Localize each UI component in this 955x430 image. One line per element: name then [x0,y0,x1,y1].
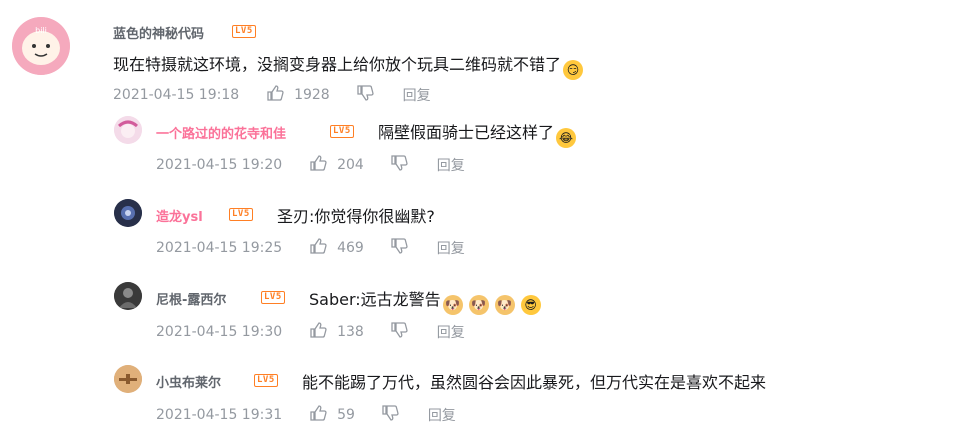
avatar[interactable] [114,282,142,310]
comment-meta: 2021-04-15 19:20 204 回复 [156,154,465,176]
timestamp: 2021-04-15 19:25 [156,240,283,256]
level-badge: LV5 [330,125,354,138]
avatar[interactable] [114,199,142,227]
smirk-emoji-icon: 😏 [563,60,584,80]
doge-emoji-icon: 🐶 [468,295,489,315]
comment-meta: 2021-04-15 19:30 138 回复 [156,321,465,343]
comment-text-content: 能不能踢了万代，虽然圆谷会因此暴死，但万代实在是喜欢不起来 [302,373,767,392]
level-badge: LV5 [232,25,256,38]
timestamp: 2021-04-15 19:31 [156,407,283,423]
laugh-cry-emoji-icon: 😂 [556,128,577,148]
reply-button[interactable]: 回复 [437,155,465,175]
doge-emoji-icon: 🐶 [442,295,463,315]
username[interactable]: 造龙ysl [156,206,203,225]
comment-meta: 2021-04-15 19:18 1928 回复 [113,84,431,106]
thumbs-down-icon[interactable] [381,404,399,426]
reply-button[interactable]: 回复 [403,85,431,105]
reply-button[interactable]: 回复 [428,405,456,425]
username[interactable]: 小虫布莱尔 [156,372,221,391]
thumbs-down-icon[interactable] [356,84,374,106]
reply-button[interactable]: 回复 [437,322,465,342]
level-badge: LV5 [261,291,285,304]
username[interactable]: 尼根-露西尔 [156,289,226,308]
thumbs-down-icon[interactable] [390,321,408,343]
comment-text-content: 圣刃:你觉得你很幽默? [277,207,435,226]
level-badge: LV5 [229,208,253,221]
thumbs-up-icon[interactable] [309,404,327,426]
avatar[interactable]: bili [12,17,70,75]
thumbs-down-icon[interactable] [390,237,408,259]
username[interactable]: 蓝色的神秘代码 [113,23,204,42]
reply-button[interactable]: 回复 [437,238,465,258]
timestamp: 2021-04-15 19:20 [156,157,283,173]
comment-meta: 2021-04-15 19:25 469 回复 [156,237,465,259]
thumbs-up-icon[interactable] [266,84,284,106]
comment-text-content: 现在特摄就这环境，没搁变身器上给你放个玩具二维码就不错了 [113,55,562,74]
comment-meta: 2021-04-15 19:31 59 回复 [156,404,456,426]
like-count: 204 [337,157,364,173]
comment-text: 能不能踢了万代，虽然圆谷会因此暴死，但万代实在是喜欢不起来 [302,369,766,393]
thumbs-up-icon[interactable] [309,154,327,176]
comment-text: 圣刃:你觉得你很幽默? [277,203,435,227]
thumbs-down-icon[interactable] [390,154,408,176]
avatar[interactable] [114,365,142,393]
sunglasses-emoji-icon: 😎 [520,295,541,315]
comment-text: Saber:远古龙警告 🐶 🐶 🐶 😎 [309,286,541,315]
comment-text: 隔壁假面骑士已经这样了 😂 [378,119,577,148]
timestamp: 2021-04-15 19:30 [156,324,283,340]
like-count: 1928 [294,87,330,103]
comment-text: 现在特摄就这环境，没搁变身器上给你放个玩具二维码就不错了 😏 [113,51,584,80]
doge-emoji-icon: 🐶 [494,295,515,315]
svg-text:bili: bili [35,26,47,35]
thumbs-up-icon[interactable] [309,321,327,343]
avatar[interactable] [114,116,142,144]
like-count: 59 [337,407,355,423]
timestamp: 2021-04-15 19:18 [113,87,240,103]
level-badge: LV5 [254,374,278,387]
comment-text-content: 隔壁假面骑士已经这样了 [378,123,555,142]
thumbs-up-icon[interactable] [309,237,327,259]
username[interactable]: 一个路过的的花寺和佳 [156,123,286,142]
comment-text-content: Saber:远古龙警告 [309,290,441,309]
like-count: 469 [337,240,364,256]
like-count: 138 [337,324,364,340]
